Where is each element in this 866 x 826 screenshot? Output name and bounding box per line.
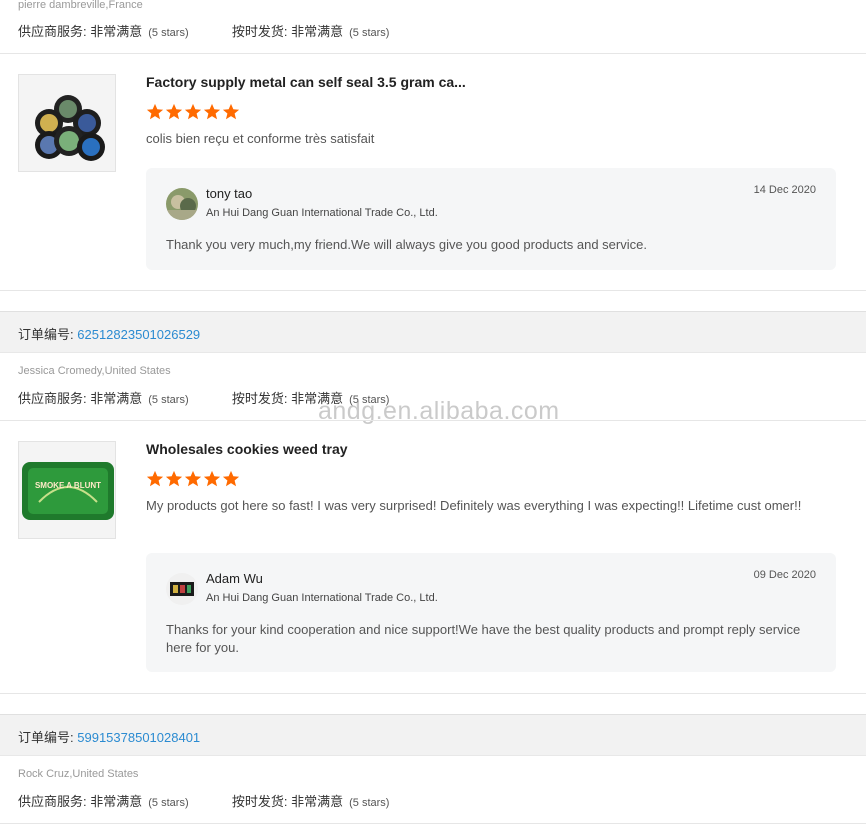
supplier-service-stars: (5 stars) xyxy=(148,27,189,39)
star-icon xyxy=(146,470,164,487)
order-number-label: 订单编号: xyxy=(18,730,74,745)
reply-text: Thanks for your kind cooperation and nic… xyxy=(166,622,801,655)
service-ratings: 供应商服务: 非常满意 (5 stars) 按时发货: 非常满意 (5 stars) xyxy=(18,21,389,40)
watermark: andg.en.alibaba.com xyxy=(318,397,560,425)
supplier-service-label: 供应商服务: xyxy=(18,391,87,406)
reply-company: An Hui Dang Guan International Trade Co.… xyxy=(206,207,438,219)
on-time-stars: (5 stars) xyxy=(349,27,390,39)
supplier-service-value: 非常满意 xyxy=(90,391,143,406)
order-number-link[interactable]: 62512823501026529 xyxy=(77,327,200,342)
divider xyxy=(0,823,866,824)
star-icon xyxy=(165,470,183,487)
reply-author: Adam Wu xyxy=(206,571,263,586)
order-number-label: 订单编号: xyxy=(18,327,74,342)
rating-stars xyxy=(146,103,241,121)
reply-text: Thank you very much,my friend.We will al… xyxy=(166,237,647,252)
buyer-name: Jessica Cromedy,United States xyxy=(18,365,171,377)
supplier-reply: tony tao An Hui Dang Guan International … xyxy=(146,168,836,270)
buyer-name: pierre dambreville,France xyxy=(18,0,143,11)
order-header: 订单编号: 59915378501028401 xyxy=(0,714,866,756)
review-text: colis bien reçu et conforme très satisfa… xyxy=(146,131,375,146)
reply-date: 14 Dec 2020 xyxy=(753,184,816,196)
star-icon xyxy=(165,103,183,120)
reply-company: An Hui Dang Guan International Trade Co.… xyxy=(206,592,438,604)
divider xyxy=(0,693,866,694)
product-thumbnail[interactable] xyxy=(18,74,116,172)
divider xyxy=(0,53,866,54)
supplier-service-label: 供应商服务: xyxy=(18,794,87,809)
product-title-link[interactable]: Wholesales cookies weed tray xyxy=(146,441,348,457)
reply-author: tony tao xyxy=(206,186,253,201)
star-icon xyxy=(184,470,202,487)
supplier-service-label: 供应商服务: xyxy=(18,24,87,39)
on-time-label: 按时发货: xyxy=(231,391,288,406)
divider xyxy=(0,420,866,421)
avatar xyxy=(166,188,198,220)
on-time-stars: (5 stars) xyxy=(349,797,390,809)
divider xyxy=(0,290,866,291)
avatar xyxy=(166,573,198,605)
product-image-text: SMOKE A BLUNT xyxy=(35,481,101,490)
supplier-service-stars: (5 stars) xyxy=(148,797,189,809)
on-time-value: 非常满意 xyxy=(291,24,344,39)
service-ratings: 供应商服务: 非常满意 (5 stars) 按时发货: 非常满意 (5 stars) xyxy=(18,791,389,810)
supplier-service-value: 非常满意 xyxy=(90,794,143,809)
on-time-value: 非常满意 xyxy=(291,794,344,809)
star-icon xyxy=(222,470,240,487)
product-thumbnail[interactable]: SMOKE A BLUNT xyxy=(18,441,116,539)
supplier-service-value: 非常满意 xyxy=(90,24,143,39)
on-time-label: 按时发货: xyxy=(231,24,288,39)
product-title-link[interactable]: Factory supply metal can self seal 3.5 g… xyxy=(146,74,466,90)
star-icon xyxy=(222,103,240,120)
supplier-service-stars: (5 stars) xyxy=(148,394,189,406)
review-text: My products got here so fast! I was very… xyxy=(146,498,802,513)
buyer-name: Rock Cruz,United States xyxy=(18,768,139,780)
order-number-link[interactable]: 59915378501028401 xyxy=(77,730,200,745)
order-header: 订单编号: 62512823501026529 xyxy=(0,311,866,353)
star-icon xyxy=(184,103,202,120)
supplier-reply: Adam Wu An Hui Dang Guan International T… xyxy=(146,553,836,672)
on-time-label: 按时发货: xyxy=(231,794,288,809)
rating-stars xyxy=(146,470,241,488)
reply-date: 09 Dec 2020 xyxy=(753,569,816,581)
star-icon xyxy=(146,103,164,120)
star-icon xyxy=(203,103,221,120)
star-icon xyxy=(203,470,221,487)
